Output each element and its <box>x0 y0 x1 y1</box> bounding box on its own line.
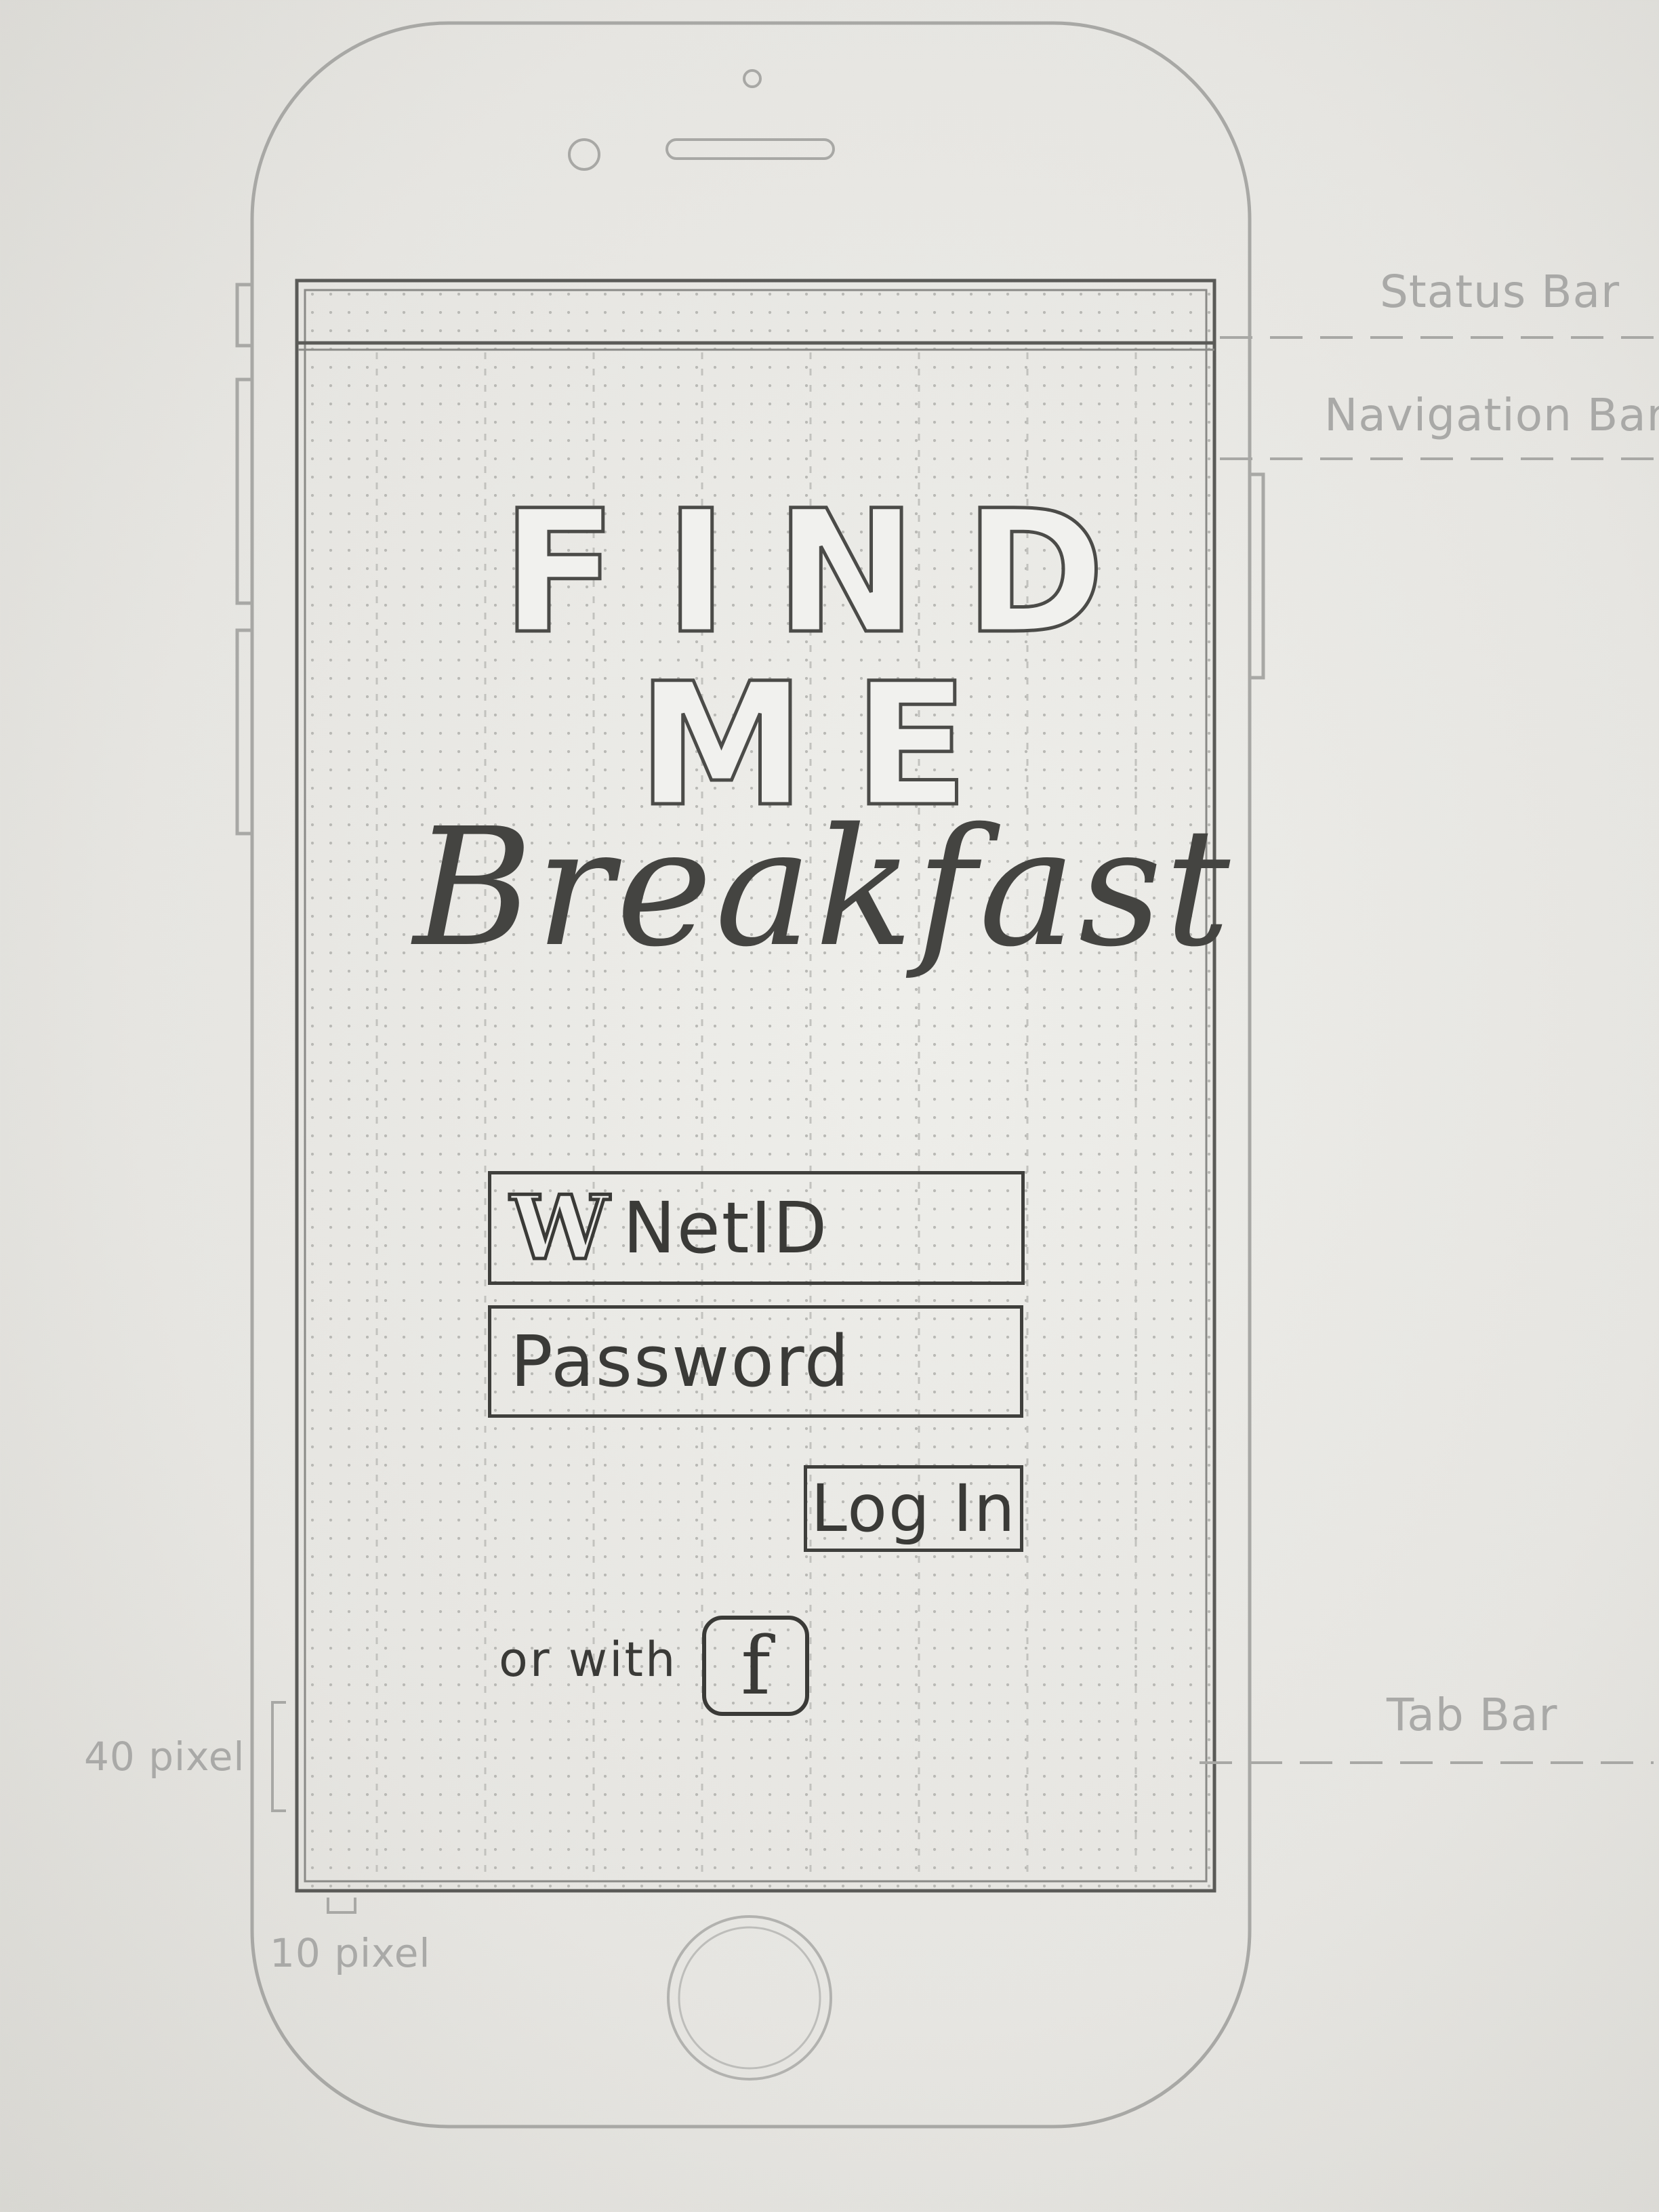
bottom-margin-bracket <box>327 1898 356 1914</box>
password-input[interactable]: Password <box>488 1305 1023 1418</box>
netid-input[interactable]: W NetID <box>488 1171 1025 1285</box>
side-button-right <box>1250 472 1265 680</box>
login-button-label: Log In <box>811 1471 1017 1547</box>
bottom-margin-annotation: 10 pixel <box>270 1930 431 1976</box>
app-title-breakfast: Breakfast <box>413 793 1233 983</box>
side-buttons-left <box>235 283 252 836</box>
front-camera <box>743 69 762 88</box>
facebook-login-button[interactable]: f <box>702 1616 809 1716</box>
side-margin-bracket <box>271 1701 286 1812</box>
facebook-icon: f <box>741 1619 771 1713</box>
netid-placeholder: NetID <box>623 1187 829 1269</box>
proximity-sensor <box>568 138 600 171</box>
navigation-bar-annotation: Navigation Bar <box>1324 389 1659 441</box>
side-margin-annotation: 40 pixel <box>84 1734 245 1780</box>
app-title-find: FIND <box>500 474 1153 671</box>
or-with-label: or with <box>499 1632 678 1687</box>
status-bar-annotation: Status Bar <box>1380 266 1620 318</box>
phone-wireframe-sketch <box>235 21 1654 2129</box>
password-placeholder: Password <box>510 1320 851 1403</box>
earpiece-speaker <box>665 138 835 160</box>
home-button <box>667 1915 832 2081</box>
login-button[interactable]: Log In <box>804 1465 1023 1552</box>
tab-bar-annotation: Tab Bar <box>1387 1689 1558 1741</box>
w-logo-icon: W <box>509 1176 611 1279</box>
